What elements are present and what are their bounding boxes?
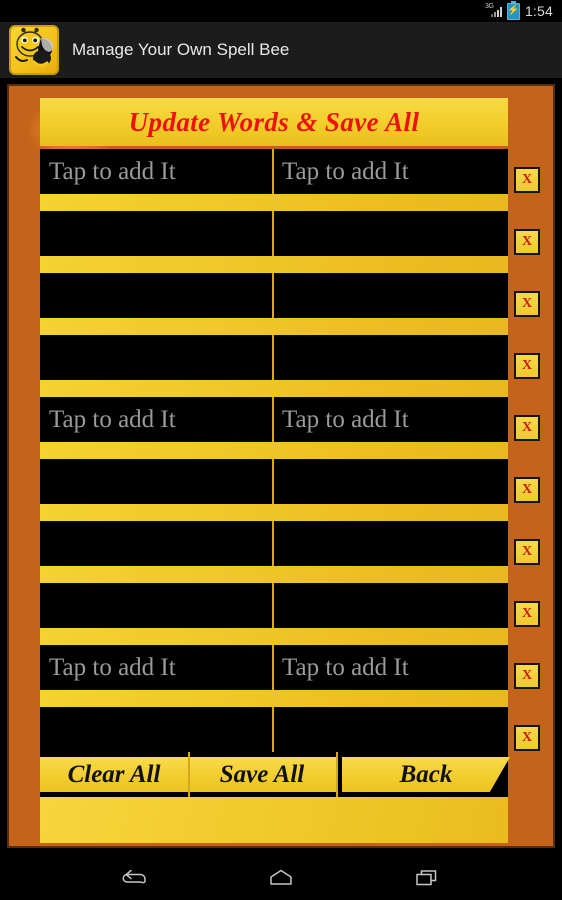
row-cells: Tap to add It Tap to add It — [40, 645, 508, 690]
word-input-left[interactable]: Tap to add It — [40, 397, 274, 442]
delete-row-label: X — [521, 172, 533, 187]
clear-all-button[interactable]: Clear All — [40, 757, 188, 792]
delete-row-button[interactable]: X — [514, 167, 540, 193]
table-row — [40, 707, 508, 752]
status-bar-clock: 1:54 — [524, 3, 553, 19]
word-input-text: Tap to add It — [282, 405, 409, 433]
back-icon — [122, 869, 146, 884]
row-cells — [40, 707, 508, 752]
word-input-text: Tap to add It — [49, 405, 176, 433]
row-cells — [40, 273, 508, 318]
word-input-text: Tap to add It — [282, 157, 409, 185]
row-cells — [40, 521, 508, 566]
delete-row-button[interactable]: X — [514, 291, 540, 317]
delete-row-button[interactable]: X — [514, 539, 540, 565]
row-cells: Tap to add It Tap to add It — [40, 149, 508, 194]
delete-row-button[interactable]: X — [514, 601, 540, 627]
word-input-right[interactable]: Tap to add It — [274, 645, 508, 690]
delete-row-button[interactable]: X — [514, 229, 540, 255]
word-input-right[interactable] — [274, 583, 508, 628]
word-input-right[interactable]: Tap to add It — [274, 397, 508, 442]
word-input-right[interactable]: Tap to add It — [274, 149, 508, 194]
row-cells: Tap to add It Tap to add It — [40, 397, 508, 442]
signal-3g-icon: 3G — [485, 3, 502, 18]
word-input-left[interactable] — [40, 459, 274, 504]
status-bar-right-cluster: 3G ⚡ 1:54 — [485, 0, 562, 20]
save-all-slot: Save All — [188, 752, 336, 797]
row-cells — [40, 211, 508, 256]
word-input-right[interactable] — [274, 273, 508, 318]
recents-icon — [416, 870, 437, 886]
page-title: Manage Your Own Spell Bee — [72, 40, 290, 59]
delete-row-button[interactable]: X — [514, 663, 540, 689]
android-status-bar: 3G ⚡ 1:54 — [0, 0, 562, 22]
delete-row-label: X — [521, 482, 533, 497]
table-row — [40, 273, 508, 318]
word-input-left[interactable] — [40, 707, 274, 752]
word-input-right[interactable] — [274, 335, 508, 380]
back-button[interactable]: Back — [342, 757, 510, 792]
word-input-right[interactable] — [274, 707, 508, 752]
word-input-left[interactable] — [40, 583, 274, 628]
honeycomb-background: Update Words & Save All Tap to add It Tap… — [7, 84, 555, 848]
word-input-text: Tap to add It — [282, 653, 409, 681]
battery-bolt-glyph: ⚡ — [507, 5, 520, 16]
table-row — [40, 521, 508, 566]
delete-row-button[interactable]: X — [514, 477, 540, 503]
nav-recents-button[interactable] — [405, 862, 449, 894]
action-button-row: Clear All Save All Back — [40, 752, 510, 797]
bee-app-icon — [9, 25, 59, 75]
table-row — [40, 335, 508, 380]
banner: Update Words & Save All — [40, 98, 508, 146]
word-input-left[interactable] — [40, 273, 274, 318]
word-input-left[interactable] — [40, 521, 274, 566]
back-slot: Back — [336, 752, 510, 797]
word-input-left[interactable] — [40, 211, 274, 256]
delete-row-button[interactable]: X — [514, 353, 540, 379]
word-input-right[interactable] — [274, 521, 508, 566]
delete-row-label: X — [521, 420, 533, 435]
app-title-bar: Manage Your Own Spell Bee — [0, 22, 562, 79]
bottom-filler-block — [40, 797, 508, 843]
main-content: Update Words & Save All Tap to add It Tap… — [40, 98, 508, 769]
delete-row-label: X — [521, 730, 533, 745]
table-row: Tap to add It Tap to add It — [40, 149, 508, 194]
word-input-text: Tap to add It — [49, 157, 176, 185]
action-button-bar: Clear All Save All Back — [40, 752, 510, 797]
banner-title: Update Words & Save All — [128, 106, 420, 137]
table-row: Tap to add It Tap to add It — [40, 397, 508, 442]
delete-row-label: X — [521, 296, 533, 311]
word-input-left[interactable] — [40, 335, 274, 380]
battery-charging-icon: ⚡ — [506, 0, 520, 20]
row-cells — [40, 459, 508, 504]
table-row: Tap to add It Tap to add It — [40, 645, 508, 690]
word-rows-list: Tap to add It Tap to add It Tap to add It T… — [40, 149, 508, 752]
table-row — [40, 211, 508, 256]
row-cells — [40, 335, 508, 380]
delete-row-label: X — [521, 234, 533, 249]
delete-row-button[interactable]: X — [514, 415, 540, 441]
delete-row-button[interactable]: X — [514, 725, 540, 751]
delete-row-label: X — [521, 358, 533, 373]
word-input-left[interactable]: Tap to add It — [40, 645, 274, 690]
word-input-text: Tap to add It — [49, 653, 176, 681]
home-icon — [270, 869, 292, 885]
word-input-left[interactable]: Tap to add It — [40, 149, 274, 194]
delete-row-label: X — [521, 544, 533, 559]
table-row — [40, 459, 508, 504]
signal-bars — [490, 7, 502, 17]
delete-row-label: X — [521, 606, 533, 621]
table-row — [40, 583, 508, 628]
save-all-button[interactable]: Save All — [188, 757, 336, 792]
clear-all-slot: Clear All — [40, 752, 188, 797]
nav-back-button[interactable] — [113, 862, 157, 894]
row-cells — [40, 583, 508, 628]
app-screen: Update Words & Save All Tap to add It Tap… — [0, 78, 562, 856]
nav-home-button[interactable] — [259, 862, 303, 894]
word-input-right[interactable] — [274, 211, 508, 256]
word-input-right[interactable] — [274, 459, 508, 504]
android-nav-bar — [0, 856, 562, 900]
delete-row-label: X — [521, 668, 533, 683]
